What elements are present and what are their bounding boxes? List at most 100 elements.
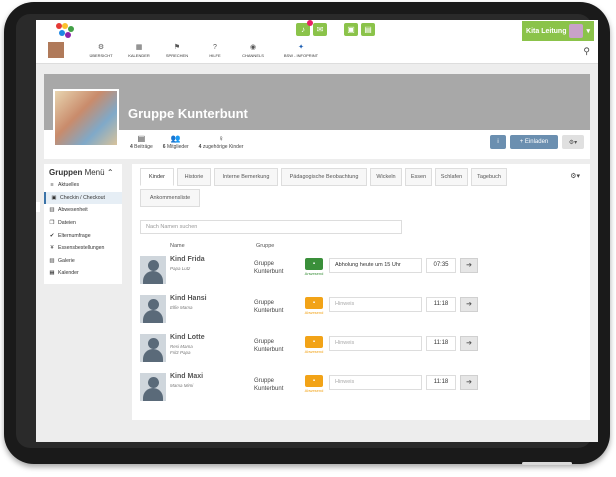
- table-row: Kind Hansi Elfie Mama Gruppe Kunterbunt …: [140, 295, 580, 329]
- stat-posts[interactable]: ▤ 4 Beiträge: [130, 134, 153, 150]
- folder-icon: ▪: [312, 300, 316, 306]
- group-stats: ▤ 4 Beiträge 👥 6 Mitglieder ♀ 4 zugehörige …: [130, 134, 243, 150]
- app-screen: ♪ ✉ ▣ ▤ Kita Leitung ▾ ⚙ Übersicht ▦ Kalen…: [36, 20, 598, 442]
- nav-channels[interactable]: ◉ Channels: [234, 43, 272, 58]
- user-account-button[interactable]: Kita Leitung ▾: [522, 21, 594, 41]
- stat-count: 4: [198, 144, 202, 150]
- checkin-status-button[interactable]: ▪: [305, 375, 323, 387]
- search-icon[interactable]: ⚲: [583, 46, 590, 57]
- submit-arrow-button[interactable]: ➔: [460, 375, 478, 390]
- child-parents: Resi Mama Fritz Papa: [170, 344, 193, 355]
- menu-title-rest: Menü: [82, 168, 105, 177]
- menu-item-meals[interactable]: ¥ Essensbestellungen: [44, 242, 122, 255]
- tab-schlafen[interactable]: Schlafen: [435, 168, 468, 186]
- absence-icon: ▥: [49, 207, 55, 214]
- bell-icon[interactable]: ♪: [296, 20, 313, 36]
- tab-bar: Kinder Historie Interne Bemerkung Pädago…: [140, 168, 540, 207]
- menu-item-calendar[interactable]: ▦ Kalender: [44, 267, 122, 280]
- app-logo-icon[interactable]: [56, 23, 74, 39]
- menu-item-survey[interactable]: ✔ Elternumfrage: [44, 229, 122, 242]
- menu-item-absence[interactable]: ▥ Abwesenheit: [44, 204, 122, 217]
- table-row: Kind Lotte Resi Mama Fritz Papa Gruppe K…: [140, 334, 580, 368]
- child-name[interactable]: Kind Maxi: [170, 373, 203, 380]
- time-input[interactable]: 11:18: [426, 297, 456, 312]
- chevron-up-icon: ⌃: [106, 168, 114, 177]
- stat-text: 4 Beiträge: [130, 144, 153, 150]
- menu-item-checkin[interactable]: ▣ Checkin / Checkout: [44, 191, 122, 205]
- submit-arrow-button[interactable]: ➔: [460, 258, 478, 273]
- tab-kinder[interactable]: Kinder: [140, 168, 174, 186]
- time-input[interactable]: 11:18: [426, 336, 456, 351]
- group-menu: Gruppen Menü ⌃ ≡ Aktuelles ▣ Checkin / Che…: [44, 164, 122, 284]
- info-button[interactable]: i: [490, 135, 506, 149]
- note-input[interactable]: Hinweis: [329, 375, 422, 390]
- submit-arrow-button[interactable]: ➔: [460, 297, 478, 312]
- top-navigation-bar: ♪ ✉ ▣ ▤ Kita Leitung ▾ ⚙ Übersicht ▦ Kalen…: [36, 20, 598, 64]
- invite-button[interactable]: + Einladen: [510, 135, 558, 149]
- gear-icon[interactable]: ⚙▾: [570, 172, 580, 180]
- stat-members[interactable]: 👥 6 Mitglieder: [163, 134, 189, 150]
- tab-historie[interactable]: Historie: [177, 168, 211, 186]
- child-avatar: [140, 295, 166, 323]
- arrow-right-icon: ➔: [466, 301, 472, 308]
- page-title: Gruppe Kunterbunt: [128, 106, 248, 121]
- menu-title[interactable]: Gruppen Menü ⌃: [44, 164, 122, 179]
- calendar-icon: ▦: [49, 270, 55, 277]
- account-label: Kita Leitung: [526, 27, 567, 35]
- menu-title-bold: Gruppen: [49, 168, 83, 177]
- nav-help[interactable]: ? Hilfe: [196, 43, 234, 58]
- stat-text: 6 Mitglieder: [163, 144, 189, 150]
- child-name[interactable]: Kind Frida: [170, 256, 205, 263]
- submit-arrow-button[interactable]: ➔: [460, 336, 478, 351]
- status-label: Abwesend: [304, 310, 324, 315]
- status-label: Anwesend: [304, 271, 324, 276]
- tab-interne-bemerkung[interactable]: Interne Bemerkung: [214, 168, 278, 186]
- menu-item-aktuelles[interactable]: ≡ Aktuelles: [44, 179, 122, 192]
- sidebar-toggle-icon[interactable]: ›: [36, 202, 40, 212]
- checkin-status-button[interactable]: ▪: [305, 258, 323, 270]
- menu-item-files[interactable]: ❐ Dateien: [44, 217, 122, 230]
- tab-essen[interactable]: Essen: [405, 168, 432, 186]
- mail-icon[interactable]: ✉: [313, 23, 327, 36]
- camera-icon[interactable]: ▣: [344, 23, 358, 36]
- time-input[interactable]: 07:35: [426, 258, 456, 273]
- tab-tagebuch[interactable]: Tagebuch: [471, 168, 507, 186]
- note-input[interactable]: Hinweis: [329, 336, 422, 351]
- menu-item-label: Kalender: [58, 270, 79, 277]
- tab-ankommensliste[interactable]: Ankommensliste: [140, 189, 200, 207]
- checkin-status-button[interactable]: ▪: [305, 297, 323, 309]
- chevron-down-icon: ▾: [586, 28, 590, 35]
- settings-dropdown-button[interactable]: ⚙▾: [562, 135, 584, 149]
- child-name[interactable]: Kind Lotte: [170, 334, 205, 341]
- nav-label: Sprechen: [165, 53, 189, 58]
- status-label: Abwesend: [304, 349, 324, 354]
- user-avatar[interactable]: [48, 42, 64, 58]
- nav-speak[interactable]: ⚑ Sprechen: [158, 43, 196, 58]
- nav-overview[interactable]: ⚙ Übersicht: [82, 43, 120, 58]
- dashboard-icon: ⚙: [97, 44, 105, 51]
- note-input[interactable]: Abholung heute um 15 Uhr: [329, 258, 422, 273]
- folder-icon: ▪: [312, 339, 316, 345]
- arrow-right-icon: ➔: [466, 379, 472, 386]
- nav-calendar[interactable]: ▦ Kalender: [120, 43, 158, 58]
- nav-label: Channels: [242, 53, 264, 58]
- menu-item-label: Galerie: [58, 257, 75, 264]
- stat-text: 4 zugehörige Kinder: [199, 144, 244, 150]
- child-name[interactable]: Kind Hansi: [170, 295, 207, 302]
- nav-bsw[interactable]: ✦ BSW - Infoprint: [272, 43, 330, 58]
- note-input[interactable]: Hinweis: [329, 297, 422, 312]
- tab-paedagogische-beobachtung[interactable]: Pädagogische Beobachtung: [281, 168, 367, 186]
- child-icon: ♀: [218, 134, 225, 143]
- menu-item-label: Dateien: [58, 220, 76, 227]
- notification-bar: ♪ ✉ ▣ ▤: [296, 20, 375, 36]
- header-banner: [44, 74, 590, 130]
- search-input[interactable]: Nach Namen suchen: [140, 220, 402, 234]
- main-nav: ⚙ Übersicht ▦ Kalender ⚑ Sprechen ? Hilfe ◉ C…: [48, 42, 330, 58]
- briefcase-icon[interactable]: ▤: [361, 23, 375, 36]
- stat-children[interactable]: ♀ 4 zugehörige Kinder: [199, 134, 244, 150]
- tab-wickeln[interactable]: Wickeln: [370, 168, 402, 186]
- menu-item-gallery[interactable]: ▨ Galerie: [44, 255, 122, 268]
- checkin-status-button[interactable]: ▪: [305, 336, 323, 348]
- time-input[interactable]: 11:18: [426, 375, 456, 390]
- menu-item-label: Abwesenheit: [58, 207, 88, 214]
